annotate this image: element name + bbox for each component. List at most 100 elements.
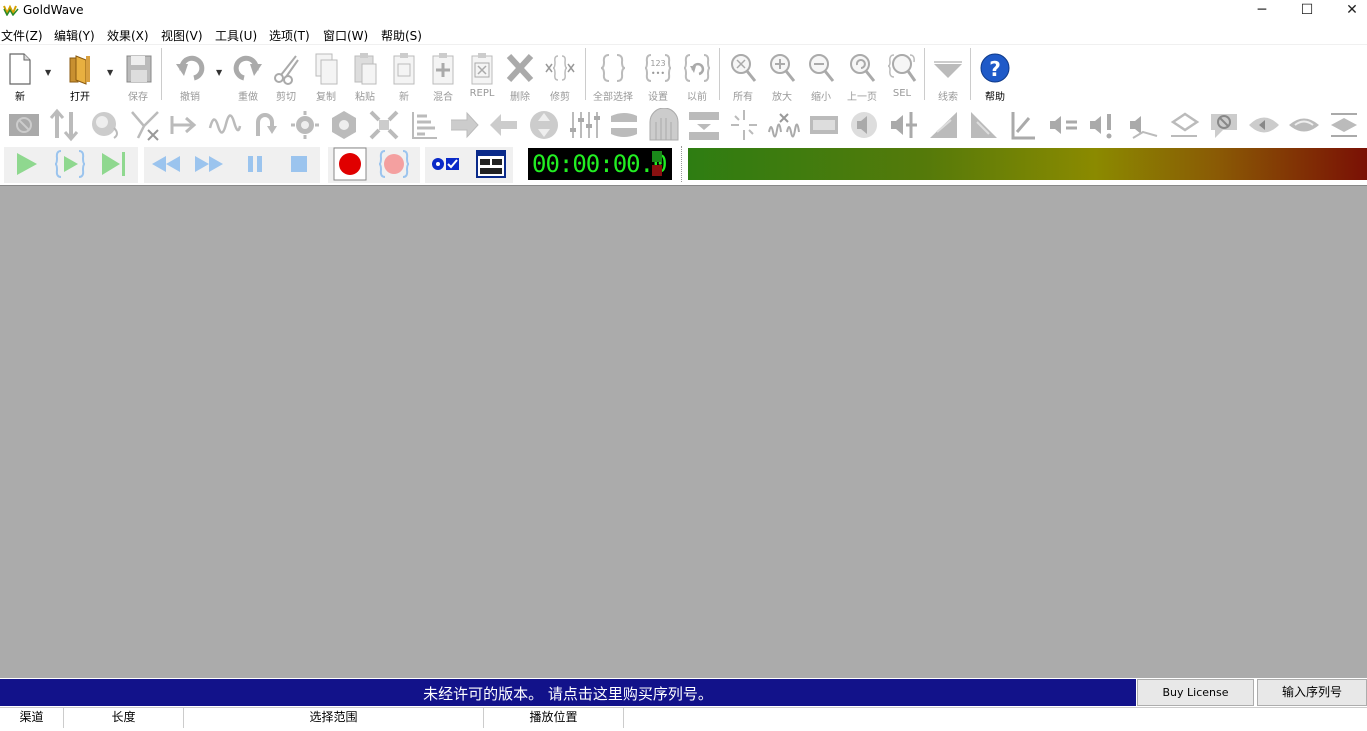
pause-button[interactable]	[238, 147, 272, 181]
open-label: 打开	[70, 92, 90, 103]
noise-reduction-icon[interactable]	[727, 108, 761, 142]
record-selection-icon	[378, 150, 410, 178]
rewind-icon	[152, 156, 180, 172]
filter-icon[interactable]	[128, 108, 162, 142]
undo-button[interactable]: 撤销	[170, 48, 210, 103]
fade-in-icon[interactable]	[567, 108, 601, 142]
time-display: 00:00:00.0	[528, 148, 672, 180]
dc-offset-icon[interactable]	[7, 108, 41, 142]
control-properties-button[interactable]	[429, 147, 463, 181]
time-readout: 00:00:00.0	[532, 150, 667, 178]
band-icon[interactable]	[647, 107, 681, 142]
visual-properties-icon	[476, 150, 506, 178]
copy-icon	[315, 53, 338, 85]
redo-icon	[233, 55, 262, 81]
flange-icon[interactable]	[168, 108, 202, 142]
new-button[interactable]: 新	[0, 48, 40, 103]
status-length: 长度	[64, 708, 184, 728]
buy-license-button[interactable]: Buy License	[1137, 679, 1254, 706]
equalizer-icon[interactable]	[447, 108, 481, 142]
rewind-button[interactable]	[149, 147, 183, 181]
new-dropdown-icon[interactable]: ▼	[45, 68, 51, 77]
status-play-position: 播放位置	[484, 708, 624, 728]
volume-adjust-icon[interactable]	[887, 108, 921, 142]
cue-button[interactable]: 线索	[928, 48, 968, 103]
volume-icon[interactable]	[847, 108, 881, 142]
channel-icon[interactable]	[487, 108, 521, 142]
license-banner[interactable]: 未经许可的版本。 请点击这里购买序列号。	[0, 679, 1136, 706]
save-button[interactable]: 保存	[118, 48, 158, 103]
visual-properties-button[interactable]	[474, 147, 508, 181]
trim-button[interactable]: 修剪	[540, 48, 580, 103]
set-marker-icon: 123•••	[644, 54, 672, 82]
compressor-icon[interactable]	[367, 108, 401, 142]
mute-icon[interactable]	[1047, 108, 1081, 142]
reverse-icon[interactable]	[248, 108, 282, 142]
stop-icon[interactable]	[1247, 108, 1281, 142]
undo-dropdown-icon[interactable]: ▼	[216, 68, 222, 77]
zoom-out-button[interactable]: 缩小	[801, 48, 841, 103]
match-volume-icon[interactable]	[1127, 108, 1161, 142]
menu-tools[interactable]: 工具(U)	[215, 27, 257, 44]
menu-options[interactable]: 选项(T)	[269, 27, 310, 44]
shape-icon[interactable]	[1007, 108, 1041, 142]
menu-file[interactable]: 文件(Z)	[1, 27, 43, 44]
zoom-selection-label: SEL	[892, 88, 912, 99]
smooth-icon[interactable]	[1287, 108, 1321, 142]
volume-bar-icon[interactable]	[807, 108, 841, 142]
fast-forward-icon	[195, 156, 223, 172]
main-toolbar: 新 ▼ 打开 ▼ 保存 撤销 ▼ 重做 剪切 复制 粘贴 新 混合 REPL 删…	[0, 46, 1367, 104]
silence-icon[interactable]	[1207, 108, 1241, 142]
play-to-end-button[interactable]	[97, 147, 131, 181]
menu-help[interactable]: 帮助(S)	[381, 27, 422, 44]
open-dropdown-icon[interactable]: ▼	[107, 68, 113, 77]
fast-forward-button[interactable]	[192, 147, 226, 181]
help-button[interactable]: ? 帮助	[975, 48, 1015, 103]
play-to-end-icon	[102, 152, 125, 176]
minimize-button[interactable]: ─	[1239, 0, 1285, 22]
meter-grip[interactable]	[681, 146, 683, 182]
open-button[interactable]: 打开	[60, 48, 100, 103]
pop-filter-icon[interactable]	[767, 108, 801, 142]
time-indicator-red	[652, 165, 662, 176]
zoom-selection-button[interactable]: SEL	[882, 48, 922, 102]
zoom-out-icon	[809, 54, 835, 82]
zoom-all-icon	[731, 54, 757, 82]
menu-effects[interactable]: 效果(X)	[107, 27, 149, 44]
dynamics-icon[interactable]	[1327, 108, 1361, 142]
undo-icon	[176, 55, 205, 81]
select-all-button[interactable]: 全部选择	[593, 48, 633, 103]
play-button[interactable]	[9, 147, 43, 181]
menu-window[interactable]: 窗口(W)	[323, 27, 368, 44]
workspace-area[interactable]	[0, 185, 1367, 678]
time-warp-icon[interactable]	[327, 108, 361, 142]
play-selection-button[interactable]	[53, 147, 87, 181]
previous-selection-button[interactable]: 以前	[677, 48, 717, 103]
maximize-button[interactable]: ☐	[1284, 0, 1330, 22]
stop-button[interactable]	[282, 147, 316, 181]
license-message[interactable]: 未经许可的版本。 请点击这里购买序列号。	[0, 683, 1136, 704]
enter-serial-button[interactable]: 输入序列号	[1257, 679, 1367, 706]
fade-out-in-icon[interactable]	[927, 108, 961, 142]
doppler-icon[interactable]	[47, 108, 81, 142]
max-volume-icon[interactable]	[1087, 108, 1121, 142]
pitch-icon[interactable]	[288, 108, 322, 142]
stereo-icon[interactable]	[687, 108, 721, 142]
toolbar-divider	[585, 48, 586, 100]
resample-icon[interactable]	[527, 108, 561, 142]
menu-edit[interactable]: 编辑(Y)	[54, 27, 95, 44]
auto-gain-icon[interactable]	[1167, 108, 1201, 142]
paste-icon	[354, 53, 377, 85]
delete-icon	[506, 53, 534, 83]
playback-rate-icon[interactable]	[607, 108, 641, 142]
control-properties-icon	[432, 158, 459, 170]
record-selection-button[interactable]	[377, 147, 411, 181]
fade-in-ramp-icon[interactable]	[967, 108, 1001, 142]
close-button[interactable]: ✕	[1329, 0, 1367, 22]
mechanize-icon[interactable]	[208, 108, 242, 142]
new-file-icon	[9, 53, 31, 85]
menu-view[interactable]: 视图(V)	[161, 27, 203, 44]
record-button[interactable]	[333, 147, 367, 181]
spatial-icon[interactable]	[407, 108, 441, 142]
echo-icon[interactable]	[88, 108, 122, 142]
